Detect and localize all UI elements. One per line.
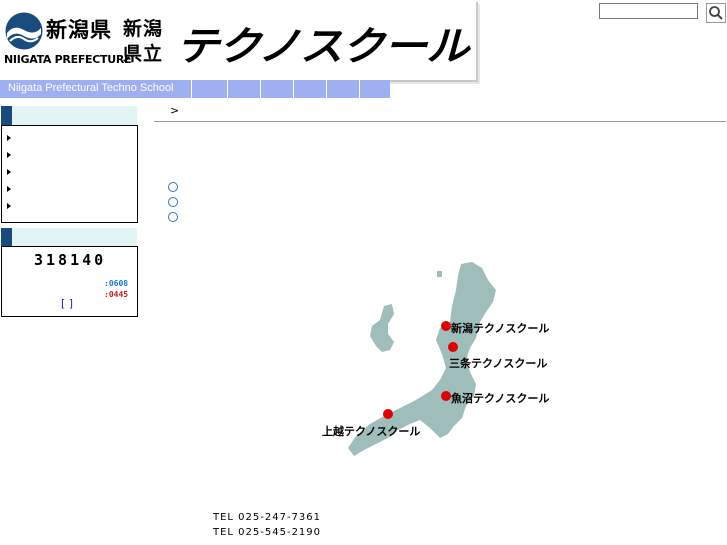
menu-arrow-icon bbox=[7, 135, 11, 141]
sidebar-menu-item-3[interactable] bbox=[16, 166, 131, 178]
search-icon bbox=[706, 3, 726, 23]
counter-today: :0608 bbox=[104, 279, 129, 288]
nav-title[interactable]: Niigata Prefectural Techno School bbox=[8, 82, 174, 94]
sidebar-menu-item-2[interactable] bbox=[16, 149, 131, 161]
counter-yesterday: :0445 bbox=[104, 290, 129, 299]
sidebar-menu bbox=[1, 125, 138, 223]
search-input[interactable] bbox=[599, 3, 698, 19]
sidebar-menu-header bbox=[1, 106, 137, 125]
school-label-uonuma[interactable]: 魚沼テクノスクール bbox=[451, 390, 549, 406]
nav-tab-4[interactable] bbox=[293, 80, 327, 98]
menu-arrow-icon bbox=[7, 169, 11, 175]
awashima-island-shape bbox=[437, 271, 442, 277]
school-name-jp-line1: 新潟 bbox=[123, 18, 164, 40]
sidebar-counter-header bbox=[1, 228, 137, 247]
sidebar-menu-item-1[interactable] bbox=[16, 132, 131, 144]
sidebar-menu-item-5[interactable] bbox=[16, 200, 131, 212]
menu-arrow-icon bbox=[7, 186, 11, 192]
menu-arrow-icon bbox=[7, 203, 11, 209]
prefecture-name-jp: 新潟県 bbox=[46, 18, 112, 42]
sidebar-header-mark bbox=[1, 228, 12, 247]
nav-tab-2[interactable] bbox=[227, 80, 261, 98]
nav-tab-5[interactable] bbox=[326, 80, 360, 98]
counter-total: 318140 bbox=[34, 251, 107, 269]
school-name-jp-line2: 県立 bbox=[123, 43, 164, 65]
sado-island-shape bbox=[370, 304, 394, 352]
counter-link[interactable]: [ ] bbox=[61, 297, 73, 310]
menu-arrow-icon bbox=[7, 152, 11, 158]
contact-tel-2: TEL 025-545-2190 bbox=[213, 527, 322, 538]
bullet-icon bbox=[168, 182, 178, 192]
nav-tab-3[interactable] bbox=[260, 80, 294, 98]
breadcrumb: > bbox=[170, 104, 180, 117]
search-button[interactable] bbox=[706, 3, 726, 23]
school-label-niigata[interactable]: 新潟テクノスクール bbox=[451, 320, 549, 336]
bullet-icon bbox=[168, 212, 178, 222]
nav-tab-6[interactable] bbox=[359, 80, 390, 98]
divider bbox=[154, 121, 726, 122]
school-dot-joetsu[interactable] bbox=[379, 405, 395, 421]
contact-tel-1: TEL 025-247-7361 bbox=[213, 512, 322, 523]
prefecture-name-en: NIIGATA PREFECTURE bbox=[4, 53, 132, 66]
bullet-icon bbox=[168, 197, 178, 207]
school-logo-text[interactable]: テクノスクール bbox=[176, 14, 469, 72]
sidebar-header-mark bbox=[1, 106, 12, 125]
sidebar-menu-item-4[interactable] bbox=[16, 183, 131, 195]
nav-tab-1[interactable] bbox=[191, 80, 228, 98]
school-label-sanjo[interactable]: 三条テクノスクール bbox=[449, 355, 547, 371]
prefecture-logo-icon bbox=[5, 12, 43, 50]
school-dot-sanjo[interactable] bbox=[444, 338, 460, 354]
school-label-joetsu[interactable]: 上越テクノスクール bbox=[322, 423, 420, 439]
